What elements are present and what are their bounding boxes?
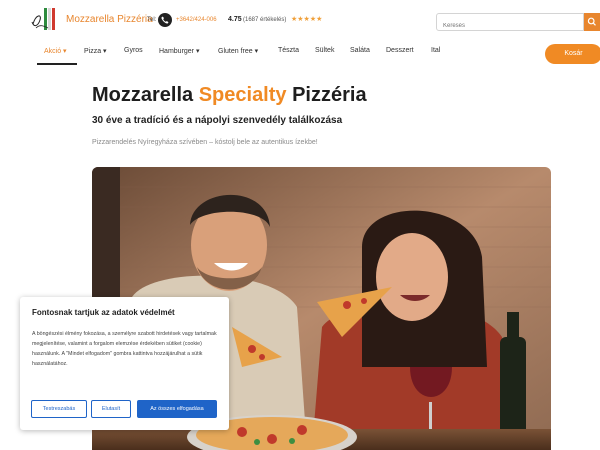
nav-active-underline (37, 63, 77, 65)
rating-stars-icon: ★★★★★ (291, 16, 323, 23)
cookie-accept-all-button[interactable]: Az összes elfogadása (137, 400, 217, 418)
title-part-2: Pizzéria (286, 84, 367, 106)
logo-icon[interactable] (30, 6, 60, 34)
title-accent: Specialty (198, 84, 287, 106)
nav-item-ital[interactable]: Ital (431, 47, 440, 54)
top-header: Mozzarella Pizzéria Tel: +3642/424-006 4… (0, 0, 600, 40)
cookie-reject-button[interactable]: Elutasít (91, 400, 131, 418)
nav-item-sultek[interactable]: Sültek (315, 47, 334, 54)
nav-item-teszta[interactable]: Tészta (278, 47, 299, 54)
cookie-title: Fontosnak tartjuk az adatok védelmét (32, 308, 175, 317)
page-subtitle: 30 éve a tradíció és a nápolyi szenvedél… (92, 115, 343, 126)
tel-label: Tel: (147, 17, 157, 23)
nav-item-gluten-free[interactable]: Gluten free ▾ (218, 47, 258, 55)
cookie-text: A böngészési élmény fokozása, a személyr… (32, 331, 217, 367)
nav-item-pizza[interactable]: Pizza ▾ (84, 47, 107, 55)
nav-item-gyros[interactable]: Gyros (124, 47, 143, 54)
search-icon (587, 17, 596, 26)
cookie-customize-button[interactable]: Testreszabás (31, 400, 87, 418)
rating-count[interactable]: (1687 értékelés) (243, 17, 286, 23)
nav-item-desszert[interactable]: Desszert (386, 47, 414, 54)
order-button[interactable]: Kosár (545, 44, 600, 64)
page-title: Mozzarella Specialty Pizzéria (92, 84, 367, 107)
title-part-1: Mozzarella (92, 84, 199, 106)
search-button[interactable] (584, 13, 600, 31)
phone-number-link[interactable]: +3642/424-006 (176, 17, 217, 23)
nav-item-hamburger[interactable]: Hamburger ▾ (159, 47, 199, 55)
main-nav: Akció ▾ Pizza ▾ Gyros Hamburger ▾ Gluten… (0, 41, 600, 65)
search-input[interactable] (437, 18, 583, 34)
search-field[interactable] (436, 13, 584, 34)
intro-text: Pizzarendelés Nyíregyháza szívében – kós… (92, 139, 318, 146)
nav-item-akcio[interactable]: Akció ▾ (44, 47, 67, 55)
phone-icon (158, 13, 172, 27)
cookie-consent-dialog: Fontosnak tartjuk az adatok védelmét A b… (20, 297, 229, 430)
brand-name[interactable]: Mozzarella Pizzéria (66, 14, 153, 25)
rating-value: 4.75 (228, 16, 242, 23)
nav-item-salata[interactable]: Saláta (350, 47, 370, 54)
